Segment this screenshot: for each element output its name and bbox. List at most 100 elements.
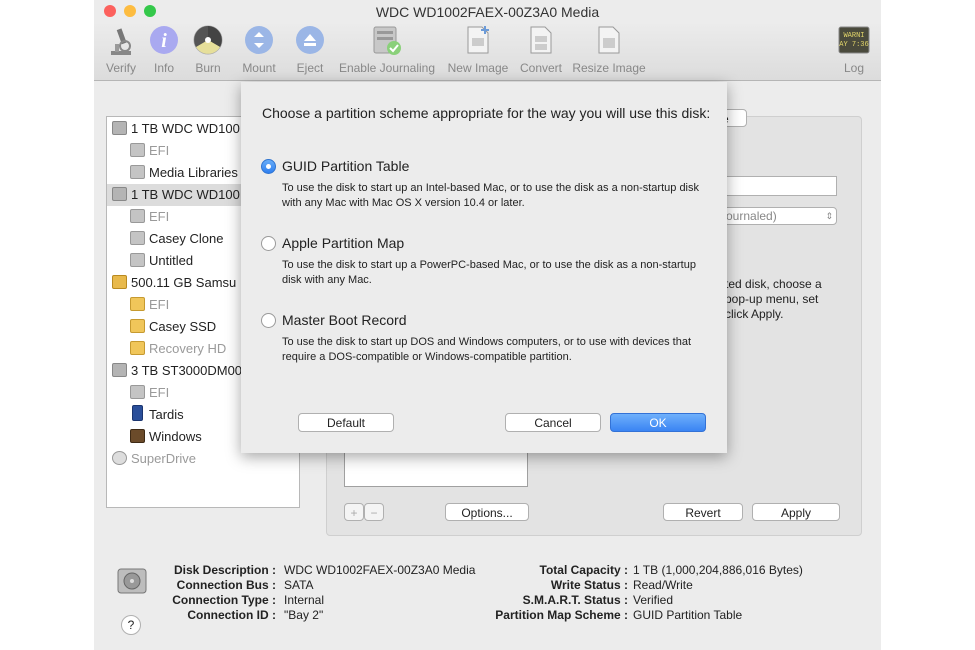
volume-icon — [130, 385, 145, 399]
info-value-connection-id: "Bay 2" — [284, 608, 324, 622]
info-button[interactable]: i Info — [146, 24, 182, 75]
info-label-write-status: Write Status : — [550, 578, 628, 592]
revert-label: Revert — [685, 506, 721, 520]
burn-label: Burn — [195, 61, 221, 75]
info-icon: i — [149, 25, 179, 58]
sidebar-item-label: Casey SSD — [149, 319, 217, 334]
new-image-label: New Image — [447, 61, 509, 75]
help-button[interactable]: ? — [121, 615, 141, 635]
external-disk-icon — [112, 275, 127, 289]
svg-text:WARNI: WARNI — [843, 32, 864, 40]
sidebar-item-label: Recovery HD — [149, 341, 227, 356]
resize-image-label: Resize Image — [572, 61, 646, 75]
sidebar-item-label: EFI — [149, 385, 170, 400]
hard-disk-icon — [112, 121, 127, 135]
cancel-button[interactable]: Cancel — [505, 413, 601, 432]
info-value-disk-description: WDC WD1002FAEX-00Z3A0 Media — [284, 563, 476, 577]
log-label: Log — [843, 61, 865, 75]
sidebar-item-label: Tardis — [149, 407, 184, 422]
sidebar-item-label: EFI — [149, 143, 170, 158]
partition-scheme-sheet: Choose a partition scheme appropriate fo… — [241, 82, 727, 453]
new-image-icon — [463, 24, 493, 59]
burn-button[interactable]: Burn — [190, 24, 226, 75]
eject-label: Eject — [296, 61, 324, 75]
apply-label: Apply — [780, 506, 812, 520]
option-description: To use the disk to start up DOS and Wind… — [282, 336, 692, 363]
journaling-icon — [370, 24, 404, 59]
radio-guid-partition-table[interactable] — [261, 159, 276, 174]
minimize-window-button[interactable] — [124, 5, 136, 17]
window-title: WDC WD1002FAEX-00Z3A0 Media — [375, 4, 600, 20]
toolbar: Verify i Info Burn Mount Eject Enable Jo… — [94, 22, 881, 81]
sidebar-item-label: EFI — [149, 297, 170, 312]
option-title: GUID Partition Table — [282, 158, 410, 174]
help-line: pop-up menu, set — [725, 292, 819, 306]
hard-disk-icon — [112, 187, 127, 201]
ok-label: OK — [649, 416, 667, 430]
info-label-total-capacity: Total Capacity : — [539, 563, 628, 577]
ok-button[interactable]: OK — [610, 413, 706, 432]
enable-journaling-button[interactable]: Enable Journaling — [336, 24, 438, 75]
convert-button[interactable]: Convert — [517, 24, 565, 75]
mount-button[interactable]: Mount — [239, 24, 279, 75]
external-volume-icon — [130, 297, 145, 311]
log-icon: WARNI AY 7:36 — [838, 26, 870, 57]
options-button[interactable]: Options... — [445, 503, 529, 521]
info-label-connection-type: Connection Type : — [172, 593, 276, 607]
volume-icon — [130, 231, 145, 245]
sidebar-item-label: Windows — [149, 429, 202, 444]
svg-text:AY 7:36: AY 7:36 — [839, 41, 868, 49]
info-value-partition-map-scheme: GUID Partition Table — [633, 608, 743, 622]
revert-button[interactable]: Revert — [663, 503, 743, 521]
remove-partition-button[interactable]: − — [364, 503, 384, 521]
enable-journaling-label: Enable Journaling — [338, 61, 436, 75]
burn-icon — [193, 25, 223, 58]
microscope-icon — [107, 24, 135, 59]
log-button[interactable]: WARNI AY 7:36 Log — [837, 24, 871, 75]
tardis-icon — [132, 405, 143, 421]
volume-icon — [130, 253, 145, 267]
close-window-button[interactable] — [104, 5, 116, 17]
sidebar-item-label: 1 TB WDC WD100 — [131, 121, 240, 136]
format-popup[interactable]: Journaled) ⇕ — [717, 207, 837, 225]
resize-image-icon — [594, 24, 624, 59]
svg-text:i: i — [161, 30, 167, 52]
option-title: Apple Partition Map — [282, 235, 405, 251]
info-label-connection-bus: Connection Bus : — [176, 578, 276, 592]
option-description: To use the disk to start up a PowerPC-ba… — [282, 259, 696, 286]
help-text: ted disk, choose a pop-up menu, set clic… — [725, 277, 822, 322]
windows-volume-icon — [130, 429, 145, 443]
eject-button[interactable]: Eject — [291, 24, 329, 75]
convert-icon — [526, 24, 556, 59]
mount-label: Mount — [242, 61, 276, 75]
info-label: Info — [153, 61, 174, 75]
help-line: ted disk, choose a — [725, 277, 822, 291]
resize-image-button[interactable]: Resize Image — [570, 24, 648, 75]
name-field[interactable] — [717, 176, 837, 196]
disk-info-icon — [116, 565, 148, 600]
sidebar-item-label: Casey Clone — [149, 231, 224, 246]
volume-icon — [130, 165, 145, 179]
new-image-button[interactable]: New Image — [445, 24, 511, 75]
title-bar: WDC WD1002FAEX-00Z3A0 Media — [94, 0, 881, 24]
default-label: Default — [326, 416, 366, 430]
radio-apple-partition-map[interactable] — [261, 236, 276, 251]
verify-button[interactable]: Verify — [103, 24, 139, 75]
cancel-label: Cancel — [534, 416, 572, 430]
sidebar-item-label: Untitled — [149, 253, 194, 268]
radio-master-boot-record[interactable] — [261, 313, 276, 328]
info-label-partition-map-scheme: Partition Map Scheme : — [495, 608, 628, 622]
apply-button[interactable]: Apply — [752, 503, 840, 521]
help-label: ? — [127, 618, 135, 632]
optical-drive-icon — [112, 451, 127, 465]
add-partition-button[interactable]: + — [344, 503, 364, 521]
zoom-window-button[interactable] — [144, 5, 156, 17]
info-label-disk-description: Disk Description : — [173, 563, 276, 577]
disk-info-area: ? Disk Description : WDC WD1002FAEX-00Z3… — [94, 548, 881, 650]
sidebar-item-label: 500.11 GB Samsu — [131, 275, 237, 290]
sidebar-item-label: 1 TB WDC WD100 — [131, 187, 240, 202]
info-value-connection-type: Internal — [284, 593, 325, 607]
sidebar-item-label: Media Libraries — [149, 165, 238, 180]
default-button[interactable]: Default — [298, 413, 394, 432]
info-label-smart-status: S.M.A.R.T. Status : — [522, 593, 628, 607]
